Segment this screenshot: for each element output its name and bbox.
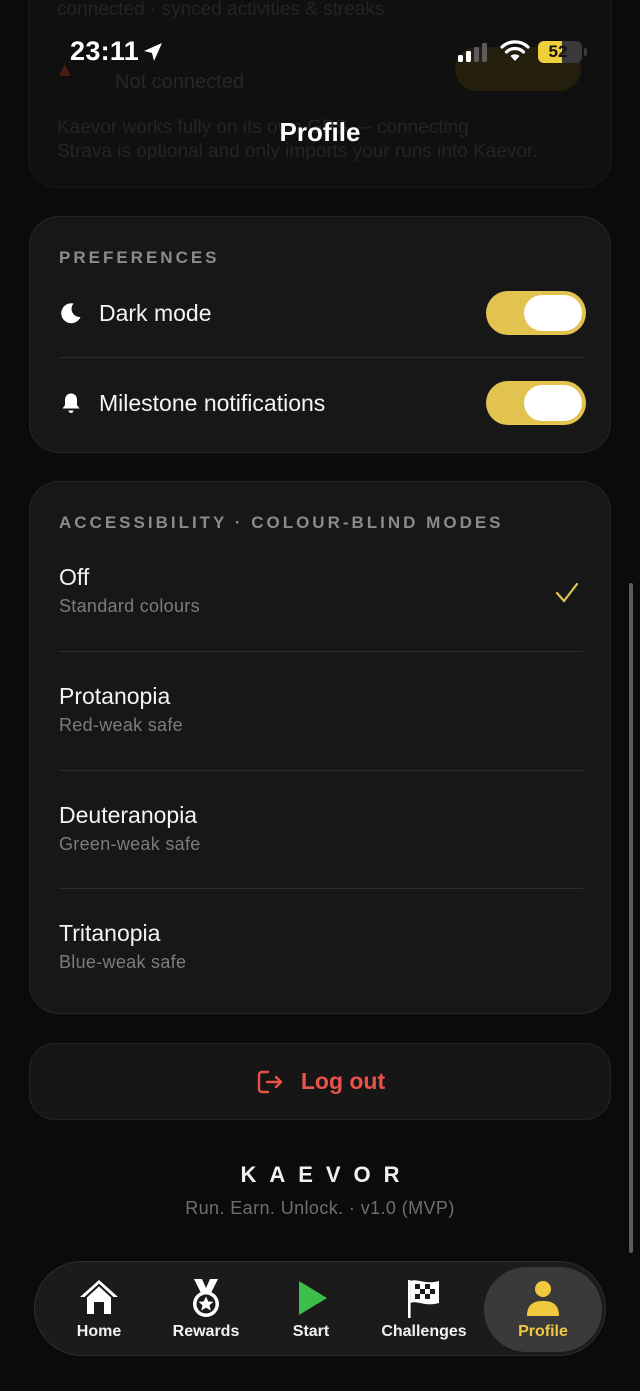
- colour-mode-option-off[interactable]: Off Standard colours: [30, 534, 612, 652]
- logout-icon: [257, 1070, 283, 1093]
- status-time: 23:11: [70, 36, 140, 66]
- divider: [59, 888, 583, 889]
- preferences-section-label: PREFERENCES: [59, 248, 220, 267]
- dark-mode-toggle[interactable]: [486, 291, 586, 335]
- brand-name: KAEVOR: [240, 1162, 413, 1187]
- moon-icon: [61, 303, 81, 324]
- tab-label: Profile: [518, 1323, 568, 1340]
- status-bar: 23:11 52: [0, 0, 640, 100]
- milestone-notifications-label: Milestone notifications: [99, 390, 326, 416]
- location-arrow-icon: [144, 43, 162, 61]
- toggle-knob: [524, 295, 582, 331]
- dark-mode-row: Dark mode: [30, 269, 612, 357]
- accessibility-card: ACCESSIBILITY · COLOUR-BLIND MODES Off S…: [29, 481, 611, 1014]
- tab-label: Start: [292, 1323, 330, 1340]
- option-subtitle: Standard colours: [59, 596, 200, 616]
- option-title: Deuteranopia: [59, 802, 198, 828]
- option-subtitle: Blue-weak safe: [59, 952, 187, 972]
- milestone-notifications-row: Milestone notifications: [30, 359, 612, 447]
- wifi-icon: [500, 40, 530, 61]
- option-title: Off: [59, 564, 90, 590]
- home-icon: [80, 1280, 118, 1316]
- colour-mode-option-tritanopia[interactable]: Tritanopia Blue-weak safe: [30, 890, 612, 1008]
- option-title: Protanopia: [59, 683, 171, 709]
- option-subtitle: Red-weak safe: [59, 715, 183, 735]
- divider: [59, 770, 583, 771]
- app-tagline-version: Run. Earn. Unlock. · v1.0 (MVP): [185, 1198, 455, 1218]
- toggle-knob: [524, 385, 582, 421]
- bell-icon: [62, 393, 80, 413]
- tab-start[interactable]: Start: [259, 1262, 363, 1357]
- divider: [59, 357, 583, 358]
- cellular-signal-icon: [458, 43, 487, 62]
- colour-mode-option-protanopia[interactable]: Protanopia Red-weak safe: [30, 653, 612, 771]
- person-icon: [527, 1281, 559, 1316]
- page-title: Profile: [279, 117, 361, 147]
- tab-rewards[interactable]: Rewards: [153, 1262, 259, 1357]
- milestone-notifications-toggle[interactable]: [486, 381, 586, 425]
- divider: [59, 651, 583, 652]
- dark-mode-label: Dark mode: [99, 300, 212, 326]
- tab-challenges[interactable]: Challenges: [363, 1262, 485, 1357]
- checkered-flag-icon: [408, 1280, 439, 1318]
- checkmark-icon: [555, 582, 579, 603]
- battery-icon: 52: [538, 41, 587, 63]
- medal-icon: [193, 1279, 219, 1317]
- preferences-card: PREFERENCES Dark mode Milestone notifica…: [29, 216, 611, 453]
- tab-label: Home: [76, 1323, 122, 1340]
- option-title: Tritanopia: [59, 920, 161, 946]
- tab-label: Rewards: [172, 1323, 240, 1340]
- accessibility-section-label: ACCESSIBILITY · COLOUR-BLIND MODES: [59, 513, 504, 532]
- logout-button[interactable]: Log out: [29, 1043, 611, 1120]
- scrollbar[interactable]: [629, 583, 633, 1253]
- tab-profile[interactable]: Profile: [484, 1267, 602, 1352]
- logout-label: Log out: [300, 1068, 386, 1094]
- tab-home[interactable]: Home: [45, 1262, 153, 1357]
- tab-bar: Home Rewards Start Challenges Profile: [34, 1261, 606, 1356]
- tab-label: Challenges: [381, 1323, 467, 1340]
- play-icon: [299, 1281, 327, 1315]
- battery-percent: 52: [548, 42, 568, 61]
- option-subtitle: Green-weak safe: [59, 834, 201, 854]
- colour-mode-option-deuteranopia[interactable]: Deuteranopia Green-weak safe: [30, 772, 612, 890]
